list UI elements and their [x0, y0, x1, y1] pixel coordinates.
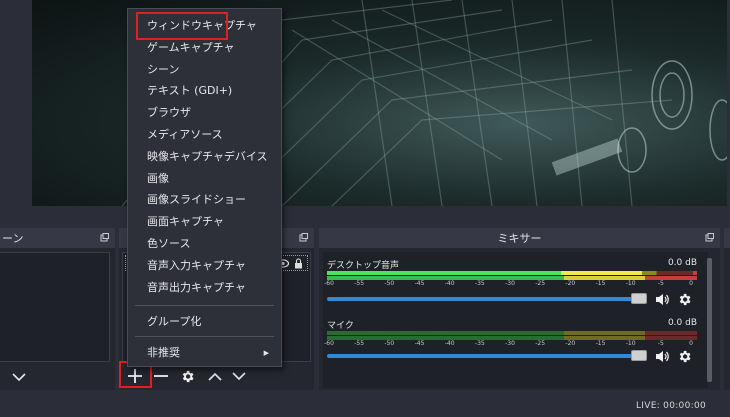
menu-item-video-capture-device[interactable]: 映像キャプチャデバイス [128, 147, 281, 167]
scale-tick-label: -60 [324, 280, 334, 287]
chevron-down-icon [232, 371, 246, 380]
speaker-icon [655, 350, 669, 362]
scenes-title-label: ーン [2, 232, 24, 245]
menu-item-scene[interactable]: シーン [128, 60, 281, 80]
source-properties-button[interactable] [176, 365, 198, 387]
menu-item-group[interactable]: グループ化 [128, 312, 281, 332]
scenes-dock: ーン [0, 228, 115, 390]
channel-name: マイク [327, 321, 354, 331]
menu-item-audio-input-capture[interactable]: 音声入力キャプチャ [128, 256, 281, 276]
channel-settings-button[interactable] [673, 288, 695, 310]
scale-tick-label: -20 [565, 280, 576, 287]
source-move-up-button[interactable] [204, 365, 226, 387]
scenes-toolbar [8, 364, 30, 390]
scale-tick-label: -60 [324, 340, 334, 347]
live-status: LIVE: 00:00:00 [635, 401, 706, 411]
volume-meter [327, 271, 697, 275]
scale-tick-label: -15 [595, 340, 606, 347]
menu-item-browser[interactable]: ブラウザ [128, 103, 281, 123]
mixer-channel-mic: マイク 0.0 dB -60 -55 -50 -45 -40 -35 -30 -25 -20 -1… [324, 318, 697, 349]
mixer-dock-title: ミキサー [319, 228, 720, 248]
menu-item-deprecated[interactable]: 非推奨 ▶ [128, 343, 281, 363]
chevron-up-icon [208, 372, 222, 381]
mixer-channel-desktop: デスクトップ音声 0.0 dB -60 -55 -50 -45 -40 -35 -30 -25… [324, 258, 697, 289]
controls-dock-title [724, 228, 730, 248]
channel-name: デスクトップ音声 [327, 261, 400, 271]
float-dock-icon[interactable] [705, 233, 714, 242]
scene-move-down-button[interactable] [8, 366, 30, 388]
submenu-arrow-icon: ▶ [263, 349, 269, 357]
menu-item-media-source[interactable]: メディアソース [128, 125, 281, 145]
minus-icon [154, 375, 168, 377]
menu-item-text-gdi[interactable]: テキスト (GDI+) [128, 81, 281, 101]
window-capture-highlight [136, 12, 228, 40]
scale-tick-label: -20 [565, 340, 576, 347]
scale-tick-label: -55 [354, 340, 365, 347]
add-source-context-menu: ウィンドウキャプチャ ゲームキャプチャ シーン テキスト (GDI+) ブラウザ メディア… [127, 8, 282, 367]
menu-item-game-capture[interactable]: ゲームキャプチャ [128, 38, 281, 58]
float-dock-icon[interactable] [100, 233, 109, 242]
scale-tick-label: -25 [535, 340, 546, 347]
scale-tick-label: -55 [354, 280, 365, 287]
scale-tick-label: -25 [535, 280, 546, 287]
scale-tick-label: -45 [414, 340, 425, 347]
menu-item-color-source[interactable]: 色ソース [128, 234, 281, 254]
menu-separator [135, 336, 274, 337]
scale-tick-label: -35 [474, 340, 485, 347]
scale-tick-label: -50 [384, 340, 395, 347]
menu-item-display-capture[interactable]: 画面キャプチャ [128, 212, 281, 232]
remove-source-button[interactable] [150, 365, 172, 387]
scale-tick-label: -45 [414, 280, 425, 287]
mixer-title-label: ミキサー [497, 232, 542, 245]
float-dock-icon[interactable] [299, 233, 308, 242]
lock-icon[interactable] [294, 258, 303, 269]
channel-settings-button[interactable] [673, 345, 695, 367]
scale-tick-label: -30 [505, 280, 515, 287]
menu-item-audio-output-capture[interactable]: 音声出力キャプチャ [128, 278, 281, 298]
volume-meter [327, 331, 697, 335]
menu-item-deprecated-label: 非推奨 [147, 346, 180, 359]
meter-scale: -60 -55 -50 -45 -40 -35 -30 -25 -20 -15 -10 -5 0 [324, 280, 697, 289]
gear-icon [679, 350, 690, 362]
scale-tick-label: -15 [595, 280, 606, 287]
scale-tick-label: -50 [384, 280, 395, 287]
channel-level: 0.0 dB [667, 318, 697, 328]
scenes-dock-title: ーン [0, 228, 115, 248]
scale-tick-label: -5 [657, 280, 664, 287]
controls-dock-partial [724, 228, 730, 390]
channel-level: 0.0 dB [667, 258, 697, 268]
menu-separator [135, 305, 274, 306]
mixer-scrollbar[interactable] [707, 258, 712, 382]
menu-item-image-slideshow[interactable]: 画像スライドショー [128, 190, 281, 210]
gear-icon [679, 293, 690, 305]
mute-button[interactable] [651, 288, 673, 310]
scale-tick-label: -40 [444, 280, 455, 287]
scale-tick-label: -30 [505, 340, 515, 347]
scenes-list[interactable] [0, 252, 110, 362]
scale-tick-label: -35 [474, 280, 485, 287]
menu-item-image[interactable]: 画像 [128, 169, 281, 189]
volume-fader-row-desktop [327, 291, 695, 307]
source-move-down-button[interactable] [228, 365, 250, 387]
scale-tick-label: 0 [689, 280, 693, 287]
speaker-icon [655, 293, 669, 305]
volume-slider[interactable] [327, 350, 647, 361]
gear-icon [182, 370, 193, 382]
volume-slider[interactable] [327, 293, 647, 304]
chevron-down-icon [12, 372, 26, 381]
volume-fader-row-mic [327, 348, 695, 364]
mute-button[interactable] [651, 345, 673, 367]
scale-tick-label: -40 [444, 340, 455, 347]
scale-tick-label: -10 [625, 340, 636, 347]
volume-slider-handle[interactable] [631, 293, 647, 304]
scale-tick-label: -10 [625, 280, 636, 287]
volume-slider-handle[interactable] [631, 350, 647, 361]
